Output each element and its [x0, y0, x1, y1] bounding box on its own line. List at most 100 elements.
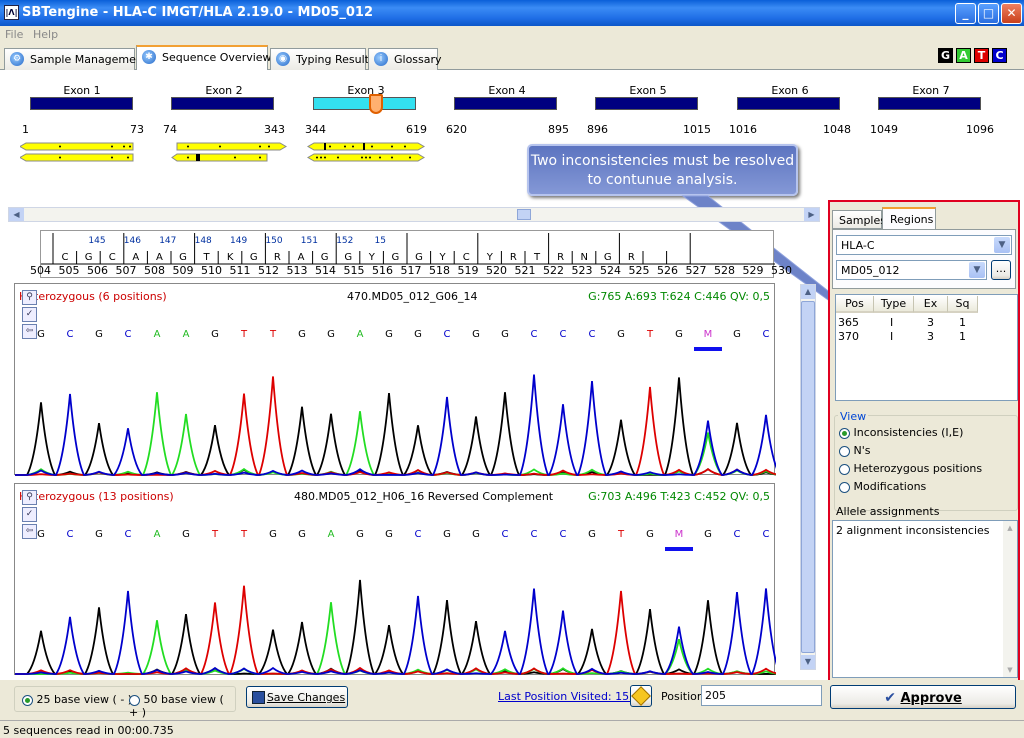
- last-position-link[interactable]: Last Position Visited: 152: [498, 690, 636, 703]
- tab-glossary[interactable]: i Glossary: [368, 48, 442, 70]
- scroll-down-arrow[interactable]: ▼: [1003, 663, 1017, 677]
- gear-icon: ⚙: [10, 52, 24, 66]
- table-header-type[interactable]: Type: [874, 296, 914, 313]
- base-c-toggle[interactable]: C: [992, 48, 1007, 63]
- table-header-sq[interactable]: Sq: [948, 296, 978, 313]
- vertical-scroll-thumb[interactable]: [801, 301, 815, 653]
- exon-3-end: 619: [406, 123, 427, 136]
- view-option-ns[interactable]: N's: [839, 444, 870, 457]
- exon-1-label: Exon 1: [63, 84, 101, 97]
- minimize-button[interactable]: _: [955, 3, 976, 24]
- allele-assignments-box[interactable]: 2 alignment inconsistencies ▲ ▼: [832, 520, 1018, 678]
- base-a-toggle[interactable]: A: [956, 48, 971, 63]
- exon-7-bar[interactable]: [878, 97, 981, 110]
- menu-file[interactable]: File: [5, 28, 23, 41]
- sample-select[interactable]: MD05_012 ▼: [836, 260, 987, 280]
- status-text: 5 sequences read in 00:00.735: [3, 724, 174, 737]
- called-base: G: [733, 329, 741, 340]
- table-row[interactable]: 365 I 3 1: [836, 316, 1016, 330]
- reference-base: G: [344, 252, 352, 263]
- reference-base: R: [274, 252, 281, 263]
- scroll-up-arrow[interactable]: ▲: [1003, 521, 1017, 535]
- exon-6-bar[interactable]: [737, 97, 840, 110]
- called-base: A: [328, 529, 335, 540]
- result-icon: ◉: [276, 52, 290, 66]
- goto-position-button[interactable]: [630, 685, 652, 707]
- view-option-modifications[interactable]: Modifications: [839, 480, 926, 493]
- chevron-down-icon: ▼: [969, 262, 985, 278]
- reference-base: G: [179, 252, 187, 263]
- trace-g-curve: [15, 377, 776, 476]
- trace-1-toolbar: ⚲ ✓ ⇦: [22, 290, 38, 341]
- allele-scrollbar[interactable]: ▲ ▼: [1003, 521, 1017, 677]
- exon-6-end: 1048: [823, 123, 851, 136]
- exon-6-start: 1016: [729, 123, 757, 136]
- called-base: G: [501, 329, 509, 340]
- table-header-ex[interactable]: Ex: [914, 296, 948, 313]
- tab-sample-management[interactable]: ⚙ Sample Management: [4, 48, 147, 70]
- trace-c-curve: [15, 374, 776, 476]
- tab-samples[interactable]: Samples: [832, 210, 886, 229]
- zoom-icon[interactable]: ⚲: [22, 290, 37, 305]
- called-base: A: [154, 529, 161, 540]
- save-changes-button[interactable]: Save Changes: [246, 686, 348, 708]
- position-number: 515: [343, 264, 365, 277]
- reference-base: G: [604, 252, 612, 263]
- called-base: A: [183, 329, 190, 340]
- exon-3-position-marker[interactable]: [369, 94, 383, 114]
- view-50-base-option[interactable]: 50 base view ( + ): [129, 693, 235, 719]
- called-base: C: [444, 329, 451, 340]
- check-icon[interactable]: ✓: [22, 507, 37, 522]
- called-base: G: [182, 529, 190, 540]
- scroll-left-arrow[interactable]: ◀: [9, 208, 24, 221]
- check-icon[interactable]: ✓: [22, 307, 37, 322]
- position-input[interactable]: [701, 685, 822, 706]
- position-number: 518: [429, 264, 450, 277]
- position-number: 526: [657, 264, 678, 277]
- tab-sequence-overview[interactable]: ✱ Sequence Overview: [136, 45, 272, 71]
- arrow-left-icon[interactable]: ⇦: [22, 524, 37, 539]
- called-base: G: [385, 529, 393, 540]
- base-t-toggle[interactable]: T: [974, 48, 989, 63]
- exon-5-bar[interactable]: [595, 97, 698, 110]
- scroll-up-arrow[interactable]: ▲: [801, 285, 815, 299]
- tab-regions[interactable]: Regions: [882, 207, 936, 230]
- arrow-left-icon[interactable]: ⇦: [22, 324, 37, 339]
- vertical-scrollbar[interactable]: ▲ ▼: [800, 284, 816, 670]
- called-base: G: [37, 529, 45, 540]
- codon-number: 145: [88, 236, 105, 246]
- horizontal-scroll-thumb[interactable]: [517, 209, 531, 220]
- reference-ruler: 145 146 147 148 149 150 151 152 15 C G C A A G T K G R A G G Y…: [41, 233, 775, 265]
- approve-button[interactable]: ✔ Approve: [830, 685, 1016, 709]
- radio-icon: [839, 445, 850, 457]
- exon-1-bar[interactable]: [30, 97, 133, 110]
- view-option-heterozygous[interactable]: Heterozygous positions: [839, 462, 982, 475]
- reference-base: Y: [439, 252, 447, 263]
- position-number: 511: [229, 264, 251, 277]
- menu-help[interactable]: Help: [33, 28, 58, 41]
- exon-4-bar[interactable]: [454, 97, 557, 110]
- position-number: 517: [400, 264, 422, 277]
- tab-typing-result[interactable]: ◉ Typing Result: [270, 48, 369, 70]
- exon-2-bar[interactable]: [171, 97, 274, 110]
- trace-a-curve: [15, 602, 776, 675]
- exon-1-end: 73: [130, 123, 144, 136]
- scroll-right-arrow[interactable]: ▶: [804, 208, 819, 221]
- horizontal-scrollbar[interactable]: ◀ ▶: [8, 207, 820, 222]
- position-number: 525: [628, 264, 650, 277]
- zoom-icon[interactable]: ⚲: [22, 490, 37, 505]
- table-header-pos[interactable]: Pos: [836, 296, 874, 313]
- table-row[interactable]: 370 I 3 1: [836, 330, 1016, 344]
- view-option-inconsistencies[interactable]: Inconsistencies (I,E): [839, 426, 963, 439]
- locus-select[interactable]: HLA-C ▼: [836, 235, 1012, 255]
- called-base: T: [617, 529, 625, 540]
- exon-3-bar[interactable]: [313, 97, 416, 110]
- base-g-toggle[interactable]: G: [938, 48, 953, 63]
- scroll-down-arrow[interactable]: ▼: [801, 655, 815, 669]
- view-25-base-option[interactable]: 25 base view ( - ): [22, 693, 132, 706]
- maximize-button[interactable]: □: [978, 3, 999, 24]
- exon-2-label: Exon 2: [205, 84, 243, 97]
- browse-button[interactable]: ...: [991, 260, 1011, 280]
- close-button[interactable]: ✕: [1001, 3, 1022, 24]
- reference-base: A: [298, 252, 305, 263]
